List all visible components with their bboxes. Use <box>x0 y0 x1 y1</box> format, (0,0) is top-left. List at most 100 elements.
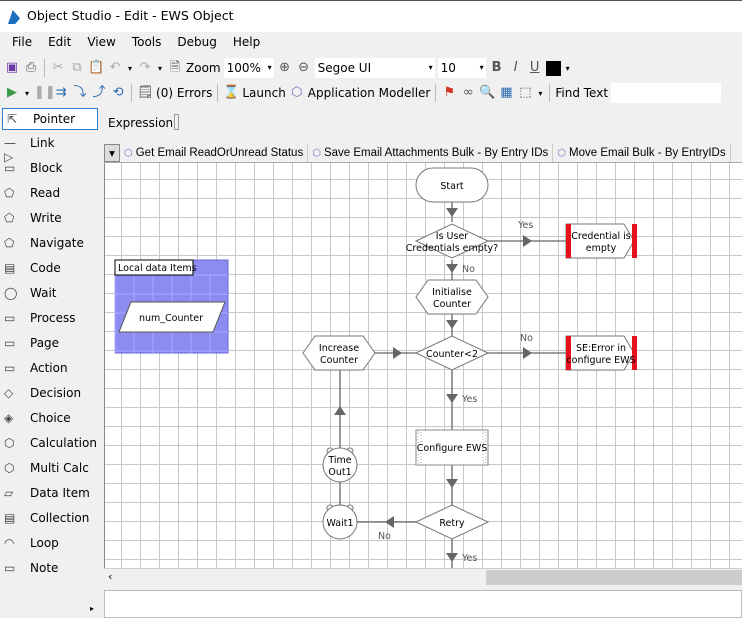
zoom-label: Zoom <box>186 61 221 75</box>
palette-item-decision[interactable]: ◇ Decision <box>0 380 100 405</box>
find-text-label: Find Text <box>555 86 609 100</box>
menu-tools[interactable]: Tools <box>124 32 170 54</box>
undo-icon[interactable]: ↶ <box>107 60 123 76</box>
menu-edit[interactable]: Edit <box>40 32 79 54</box>
color-picker-button[interactable] <box>545 60 561 76</box>
horizontal-scrollbar[interactable]: ‹ <box>104 568 742 585</box>
palette-item-action[interactable]: ▭ Action <box>0 355 100 380</box>
menu-view[interactable]: View <box>79 32 123 54</box>
palette-item-multi-calc[interactable]: ⬡ Multi Calc <box>0 455 100 480</box>
tab-save-attachments[interactable]: ⬡ Save Email Attachments Bulk - By Entry … <box>308 144 554 162</box>
launch-button[interactable]: Launch <box>242 86 285 100</box>
palette-item-block[interactable]: ▭ Block <box>0 155 100 180</box>
copy-icon[interactable]: ⧉ <box>69 60 85 76</box>
palette-item-loop[interactable]: ◠ Loop <box>0 530 100 555</box>
palette-item-process[interactable]: ▭ Process <box>0 305 100 330</box>
arrow <box>334 406 346 415</box>
window-icon[interactable]: ▦ <box>498 85 514 101</box>
calculation-icon: ⬡ <box>4 435 15 450</box>
bold-button[interactable]: B <box>489 60 505 76</box>
tab-move-email-bulk[interactable]: ⬡ Move Email Bulk - By EntryIDs <box>553 144 731 162</box>
palette-label: Note <box>30 560 59 575</box>
tab-get-email-status[interactable]: ⬡ Get Email ReadOrUnread Status <box>120 144 309 162</box>
palette-label: Link <box>30 135 55 150</box>
cut-icon[interactable]: ✂ <box>50 60 66 76</box>
tabs-dropdown-button[interactable]: ▾ <box>104 144 120 162</box>
palette-item-choice[interactable]: ◈ Choice <box>0 405 100 430</box>
title-bar: Object Studio - Edit - EWS Object <box>0 0 742 32</box>
step-out-icon[interactable]: ⤴ <box>91 85 107 101</box>
font-select[interactable]: Segoe UI ▾ <box>314 58 435 78</box>
menu-file[interactable]: File <box>4 32 40 54</box>
process-icon: ▭ <box>4 310 16 325</box>
font-size-select[interactable]: 10 ▾ <box>437 58 486 78</box>
step-over-icon[interactable]: ⤵ <box>72 85 88 101</box>
pause-icon[interactable]: ❚❚ <box>34 85 56 101</box>
font-size-value: 10 <box>440 61 456 75</box>
scroll-left-icon[interactable]: ‹ <box>108 570 112 583</box>
app-modeller-icon: ⬡ <box>291 85 303 100</box>
reset-icon[interactable]: ⟲ <box>110 85 126 101</box>
zoom-out-icon[interactable]: ⊖ <box>296 60 312 76</box>
palette-item-wait[interactable]: ◯ Wait <box>0 280 100 305</box>
palette-item-data-item[interactable]: ▱ Data Item <box>0 480 100 505</box>
step-icon[interactable]: ⇉ <box>53 85 69 101</box>
find-text-input[interactable] <box>611 83 722 103</box>
arrow <box>446 479 458 488</box>
menu-debug[interactable]: Debug <box>169 32 224 54</box>
palette-item-navigate[interactable]: ⬠ Navigate <box>0 230 100 255</box>
underline-button[interactable]: U <box>527 60 543 76</box>
flow-diagram: Local data Items num_Counter Yes No No Yes No Y… <box>114 167 637 568</box>
errors-button[interactable]: (0) Errors <box>156 86 212 100</box>
paste-icon[interactable]: 📋 <box>88 60 104 76</box>
breakpoint-flag-icon[interactable]: ⚑ <box>441 85 457 101</box>
refresh-page-icon[interactable]: 🗎 <box>167 60 183 76</box>
redo-icon[interactable]: ↷ <box>137 60 153 76</box>
palette-item-collection[interactable]: ▤ Collection <box>0 505 100 530</box>
search-data-icon[interactable]: 🔍 <box>479 85 495 101</box>
choice-icon: ◈ <box>4 410 14 425</box>
multi-calc-icon: ⬡ <box>4 460 15 475</box>
run-icon[interactable]: ▶ <box>4 85 20 101</box>
navigate-icon: ⬠ <box>4 235 15 250</box>
tab-label: Move Email Bulk - By EntryIDs <box>569 147 726 159</box>
page-icon: ▭ <box>4 335 16 350</box>
diagram-canvas[interactable]: Local data Items num_Counter Yes No No Yes No Y… <box>104 163 742 568</box>
link-icon: —▷ <box>4 135 16 164</box>
expression-input[interactable] <box>174 114 179 130</box>
arrow <box>446 320 458 329</box>
end-bar <box>632 224 637 258</box>
arrow <box>446 394 458 403</box>
palette-item-link[interactable]: —▷ Link <box>0 130 100 164</box>
palette-item-page[interactable]: ▭ Page <box>0 330 100 355</box>
splitter-handle[interactable]: ▸ <box>90 604 94 613</box>
palette-item-calculation[interactable]: ⬡ Calculation <box>0 430 100 455</box>
scroll-thumb[interactable] <box>486 570 742 585</box>
zoom-in-icon[interactable]: ⊕ <box>277 60 293 76</box>
arrow <box>523 235 532 247</box>
expression-bar: Expression: <box>104 112 742 134</box>
menu-help[interactable]: Help <box>225 32 268 54</box>
italic-button[interactable]: I <box>508 60 524 76</box>
select-all-icon[interactable]: ⬚ <box>517 85 533 101</box>
print-icon[interactable]: ⎙ <box>23 60 39 76</box>
palette-item-read[interactable]: ⬠ Read <box>0 180 100 205</box>
read-icon: ⬠ <box>4 185 15 200</box>
label-yes: Yes <box>461 553 477 564</box>
wait-icon: ◯ <box>4 285 18 300</box>
palette-item-code[interactable]: ▤ Code <box>0 255 100 280</box>
save-icon[interactable]: ▣ <box>4 60 20 76</box>
page-icon: ⬡ <box>312 147 321 159</box>
palette-item-note[interactable]: ▭ Note <box>0 555 100 580</box>
application-modeller-button[interactable]: Application Modeller <box>308 86 431 100</box>
watch-icon[interactable]: ∞ <box>460 85 476 101</box>
arrow <box>523 347 532 359</box>
palette-label: Page <box>30 335 60 350</box>
wait-timeout1-label: Time Out1 <box>327 455 351 478</box>
label-yes: Yes <box>517 220 533 231</box>
palette-item-pointer[interactable]: ⇱ Pointer <box>2 108 98 130</box>
font-value: Segoe UI <box>317 61 372 75</box>
palette-item-write[interactable]: ⬠ Write <box>0 205 100 230</box>
zoom-select[interactable]: 100% ▾ <box>223 58 274 78</box>
write-icon: ⬠ <box>4 210 15 225</box>
